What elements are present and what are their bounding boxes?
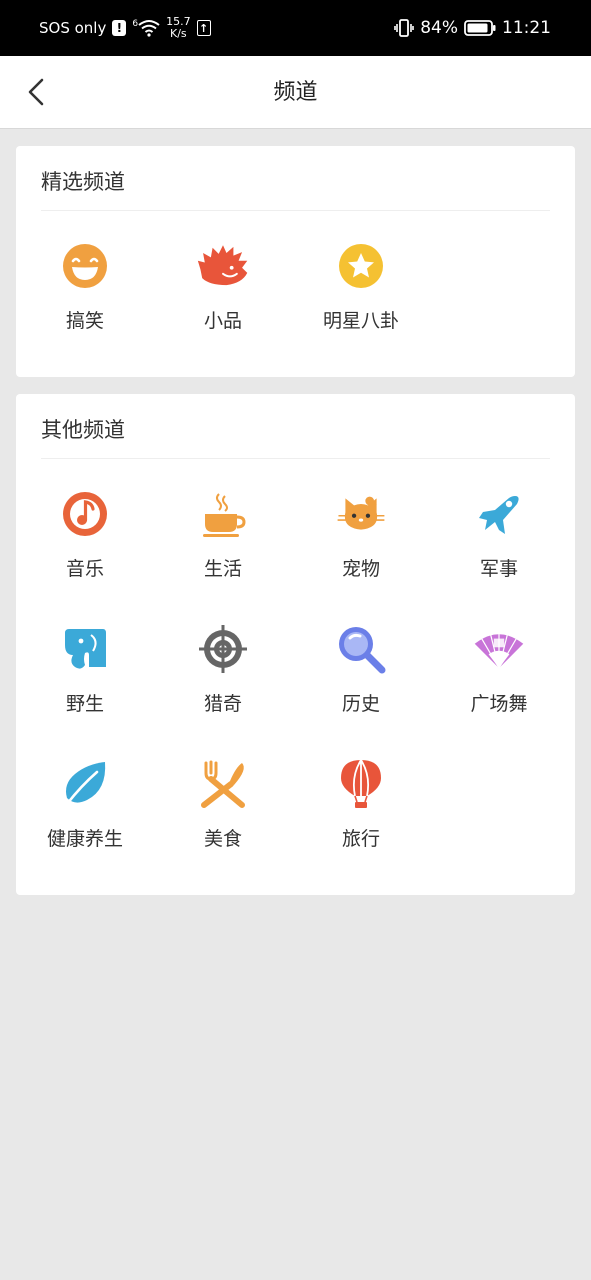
wifi-icon: 6 (132, 19, 160, 37)
other-grid: 音乐 生活 宠物 军事 野生 猎奇 历史 广场舞 健康养生 美食 旅行 (16, 474, 575, 879)
channel-label: 生活 (203, 558, 242, 580)
star-badge-icon (335, 240, 387, 292)
status-right: 84% 11:21 (388, 0, 551, 56)
channel-xiaopin[interactable]: 小品 (154, 226, 292, 356)
channel-chongwu[interactable]: 宠物 (292, 474, 430, 609)
channel-yinyue[interactable]: 音乐 (16, 474, 154, 609)
status-left: SOS only ! 6 15.7 K/s ↑ (39, 0, 217, 56)
battery-icon (464, 20, 496, 36)
status-bar: SOS only ! 6 15.7 K/s ↑ 84% 11:21 (0, 0, 591, 56)
hedgehog-icon (197, 240, 249, 292)
jet-plane-icon (473, 488, 525, 540)
featured-grid: 搞笑 小品 明星八卦 (16, 226, 575, 356)
coffee-cup-icon (197, 488, 249, 540)
channel-label: 美食 (203, 828, 242, 850)
fork-knife-icon (197, 758, 249, 810)
hot-air-balloon-icon (335, 758, 387, 810)
channel-gaoxiao[interactable]: 搞笑 (16, 226, 154, 356)
cat-face-icon (335, 488, 387, 540)
speed-unit: K/s (170, 27, 187, 40)
page-title: 频道 (273, 80, 318, 105)
magnifier-icon (335, 623, 387, 675)
channel-lishi[interactable]: 历史 (292, 609, 430, 744)
channel-label: 猎奇 (203, 693, 242, 715)
clock: 11:21 (502, 18, 551, 38)
featured-section-title: 精选频道 (41, 170, 125, 194)
alert-icon: ! (112, 20, 127, 36)
other-section-title: 其他频道 (41, 418, 125, 442)
channel-lvxing[interactable]: 旅行 (292, 744, 430, 879)
leaf-icon (59, 758, 111, 810)
divider (41, 210, 550, 211)
net-speed: 15.7 K/s (166, 16, 191, 40)
channel-label: 历史 (341, 693, 380, 715)
channel-label: 旅行 (341, 828, 380, 850)
nav-bar: 频道 (0, 56, 591, 129)
channel-shenghuo[interactable]: 生活 (154, 474, 292, 609)
music-note-icon (59, 488, 111, 540)
channel-label: 广场舞 (470, 693, 528, 715)
channel-mingxing-bagua[interactable]: 明星八卦 (292, 226, 430, 356)
channel-yesheng[interactable]: 野生 (16, 609, 154, 744)
vibrate-icon (394, 19, 415, 37)
channel-label: 搞笑 (65, 310, 104, 332)
channel-guangchangwu[interactable]: 广场舞 (430, 609, 568, 744)
channel-label: 音乐 (65, 558, 104, 580)
crosshair-icon (197, 623, 249, 675)
channel-junshi[interactable]: 军事 (430, 474, 568, 609)
channel-label: 健康养生 (46, 828, 123, 850)
channel-label: 军事 (479, 558, 518, 580)
carrier-text: SOS only (39, 19, 107, 37)
battery-percent: 84% (420, 18, 458, 38)
channel-jiankang-yangsheng[interactable]: 健康养生 (16, 744, 154, 879)
upload-icon: ↑ (196, 20, 211, 36)
channel-label: 小品 (203, 310, 242, 332)
featured-channels-card: 精选频道 搞笑 小品 明星八卦 (16, 146, 575, 377)
channel-label: 野生 (65, 693, 104, 715)
channel-lieqi[interactable]: 猎奇 (154, 609, 292, 744)
laughing-face-icon (59, 240, 111, 292)
channel-meishi[interactable]: 美食 (154, 744, 292, 879)
other-channels-card: 其他频道 音乐 生活 宠物 军事 野生 猎奇 历史 广场舞 健康养生 美食 旅行 (16, 394, 575, 895)
folding-fan-icon (473, 623, 525, 675)
channel-label: 宠物 (341, 558, 380, 580)
divider (41, 458, 550, 459)
channel-label: 明星八卦 (322, 310, 399, 332)
elephant-icon (59, 623, 111, 675)
